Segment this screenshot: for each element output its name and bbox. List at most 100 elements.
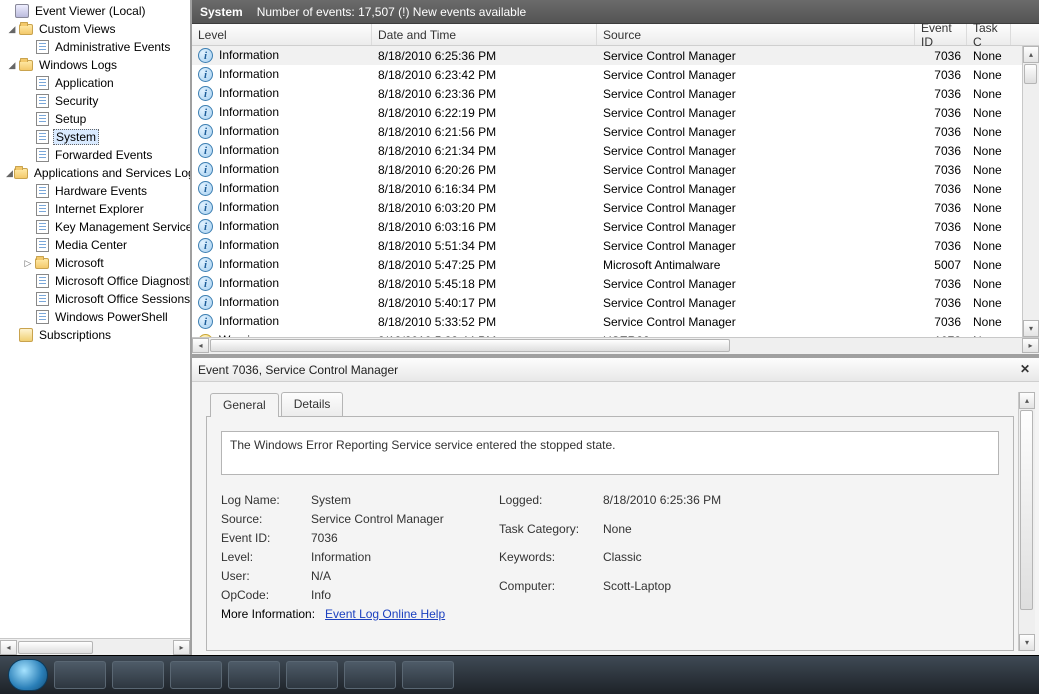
table-row[interactable]: iInformation8/18/2010 6:03:16 PMService … [192,217,1022,236]
tree-root[interactable]: ▸Event Viewer (Local) [0,2,190,20]
scroll-thumb[interactable] [1020,410,1033,610]
scroll-left-button[interactable]: ◂ [192,338,209,353]
cell-date: 8/18/2010 6:25:36 PM [372,49,597,63]
cell-task: None [967,106,1011,120]
column-source[interactable]: Source [597,24,915,45]
cell-source: Service Control Manager [597,87,915,101]
scroll-up-button[interactable]: ▴ [1023,46,1039,63]
scroll-down-button[interactable]: ▾ [1019,634,1035,651]
tree-kms[interactable]: Key Management Service [0,218,190,236]
cell-task: None [967,315,1011,329]
taskbar-item[interactable] [286,661,338,689]
table-row[interactable]: iInformation8/18/2010 6:22:19 PMService … [192,103,1022,122]
table-row[interactable]: iInformation8/18/2010 6:23:42 PMService … [192,65,1022,84]
scroll-right-button[interactable]: ▸ [173,640,190,655]
scroll-thumb[interactable] [210,339,730,352]
grid-vertical-scrollbar[interactable]: ▴ ▾ [1022,46,1039,337]
tree-application[interactable]: Application [0,74,190,92]
event-properties: Log Name:System Source:Service Control M… [221,493,999,602]
event-log-help-link[interactable]: Event Log Online Help [325,607,445,621]
table-row[interactable]: iInformation8/18/2010 6:03:20 PMService … [192,198,1022,217]
cell-source: Service Control Manager [597,49,915,63]
tree-apps-services[interactable]: ◢Applications and Services Logs [0,164,190,182]
grid-body: iInformation8/18/2010 6:25:36 PMService … [192,46,1022,337]
table-row[interactable]: iInformation8/18/2010 5:47:25 PMMicrosof… [192,255,1022,274]
scroll-down-button[interactable]: ▾ [1023,320,1039,337]
tree-admin-events[interactable]: Administrative Events [0,38,190,56]
scroll-left-button[interactable]: ◂ [0,640,17,655]
scroll-thumb[interactable] [18,641,93,654]
scroll-track[interactable] [209,338,1022,353]
tab-details[interactable]: Details [281,392,344,416]
table-row[interactable]: iInformation8/18/2010 6:21:34 PMService … [192,141,1022,160]
table-row[interactable]: iInformation8/18/2010 5:40:17 PMService … [192,293,1022,312]
column-eventid[interactable]: Event ID [915,24,967,45]
tree-media[interactable]: Media Center [0,236,190,254]
scroll-track[interactable] [1019,409,1035,634]
tree-diag[interactable]: Microsoft Office Diagnostics [0,272,190,290]
close-detail-button[interactable]: ✕ [1017,362,1033,378]
scroll-up-button[interactable]: ▴ [1019,392,1035,409]
tree-forwarded[interactable]: Forwarded Events [0,146,190,164]
label-event-id: Event ID: [221,531,301,545]
table-row[interactable]: iInformation8/18/2010 6:16:34 PMService … [192,179,1022,198]
value-log-name: System [311,493,481,507]
tree-powershell[interactable]: Windows PowerShell [0,308,190,326]
tree-setup[interactable]: Setup [0,110,190,128]
log-summary: Number of events: 17,507 (!) New events … [257,5,526,19]
value-task-category: None [603,522,803,546]
tree-hardware[interactable]: Hardware Events [0,182,190,200]
cell-date: 8/18/2010 6:16:34 PM [372,182,597,196]
detail-title: Event 7036, Service Control Manager [198,363,398,377]
tree-microsoft[interactable]: ▷Microsoft [0,254,190,272]
table-row[interactable]: iInformation8/18/2010 5:45:18 PMService … [192,274,1022,293]
cell-task: None [967,220,1011,234]
cell-eventid: 7036 [915,68,967,82]
taskbar-item[interactable] [170,661,222,689]
table-row[interactable]: iInformation8/18/2010 5:51:34 PMService … [192,236,1022,255]
table-row[interactable]: iInformation8/18/2010 5:33:52 PMService … [192,312,1022,331]
cell-level: Information [219,105,279,119]
tree-custom-views[interactable]: ◢Custom Views [0,20,190,38]
cell-eventid: 7036 [915,220,967,234]
info-icon: i [198,67,213,82]
value-source: Service Control Manager [311,512,481,526]
taskbar-item[interactable] [112,661,164,689]
info-icon: i [198,48,213,63]
table-row[interactable]: iInformation8/18/2010 6:25:36 PMService … [192,46,1022,65]
tree-horizontal-scrollbar[interactable]: ◂ ▸ [0,638,190,655]
taskbar-item[interactable] [344,661,396,689]
cell-source: Microsoft Antimalware [597,258,915,272]
folder-icon [13,165,29,181]
detail-vertical-scrollbar[interactable]: ▴ ▾ [1018,392,1035,651]
tab-general[interactable]: General [210,393,279,417]
scroll-thumb[interactable] [1024,64,1037,84]
grid-horizontal-scrollbar[interactable]: ◂ ▸ [192,337,1039,354]
tree-system[interactable]: System [0,128,190,146]
tree-sessions[interactable]: Microsoft Office Sessions [0,290,190,308]
table-row[interactable]: iInformation8/18/2010 6:20:26 PMService … [192,160,1022,179]
tree-security[interactable]: Security [0,92,190,110]
info-icon: i [198,143,213,158]
tree-ie[interactable]: Internet Explorer [0,200,190,218]
scroll-track[interactable] [17,640,173,655]
tree-subscriptions[interactable]: Subscriptions [0,326,190,344]
info-icon: i [198,162,213,177]
cell-eventid: 7036 [915,277,967,291]
cell-task: None [967,239,1011,253]
column-date[interactable]: Date and Time [372,24,597,45]
taskbar-item[interactable] [228,661,280,689]
start-button[interactable] [8,659,48,691]
table-row[interactable]: iInformation8/18/2010 6:23:36 PMService … [192,84,1022,103]
table-row[interactable]: iInformation8/18/2010 6:21:56 PMService … [192,122,1022,141]
cell-level: Information [219,219,279,233]
taskbar-item[interactable] [402,661,454,689]
scroll-right-button[interactable]: ▸ [1022,338,1039,353]
tree-windows-logs[interactable]: ◢Windows Logs [0,56,190,74]
column-task[interactable]: Task C [967,24,1011,45]
column-level[interactable]: Level [192,24,372,45]
scroll-track[interactable] [1023,63,1039,320]
windows-taskbar[interactable] [0,655,1039,694]
folder-icon [18,21,34,37]
taskbar-item[interactable] [54,661,106,689]
